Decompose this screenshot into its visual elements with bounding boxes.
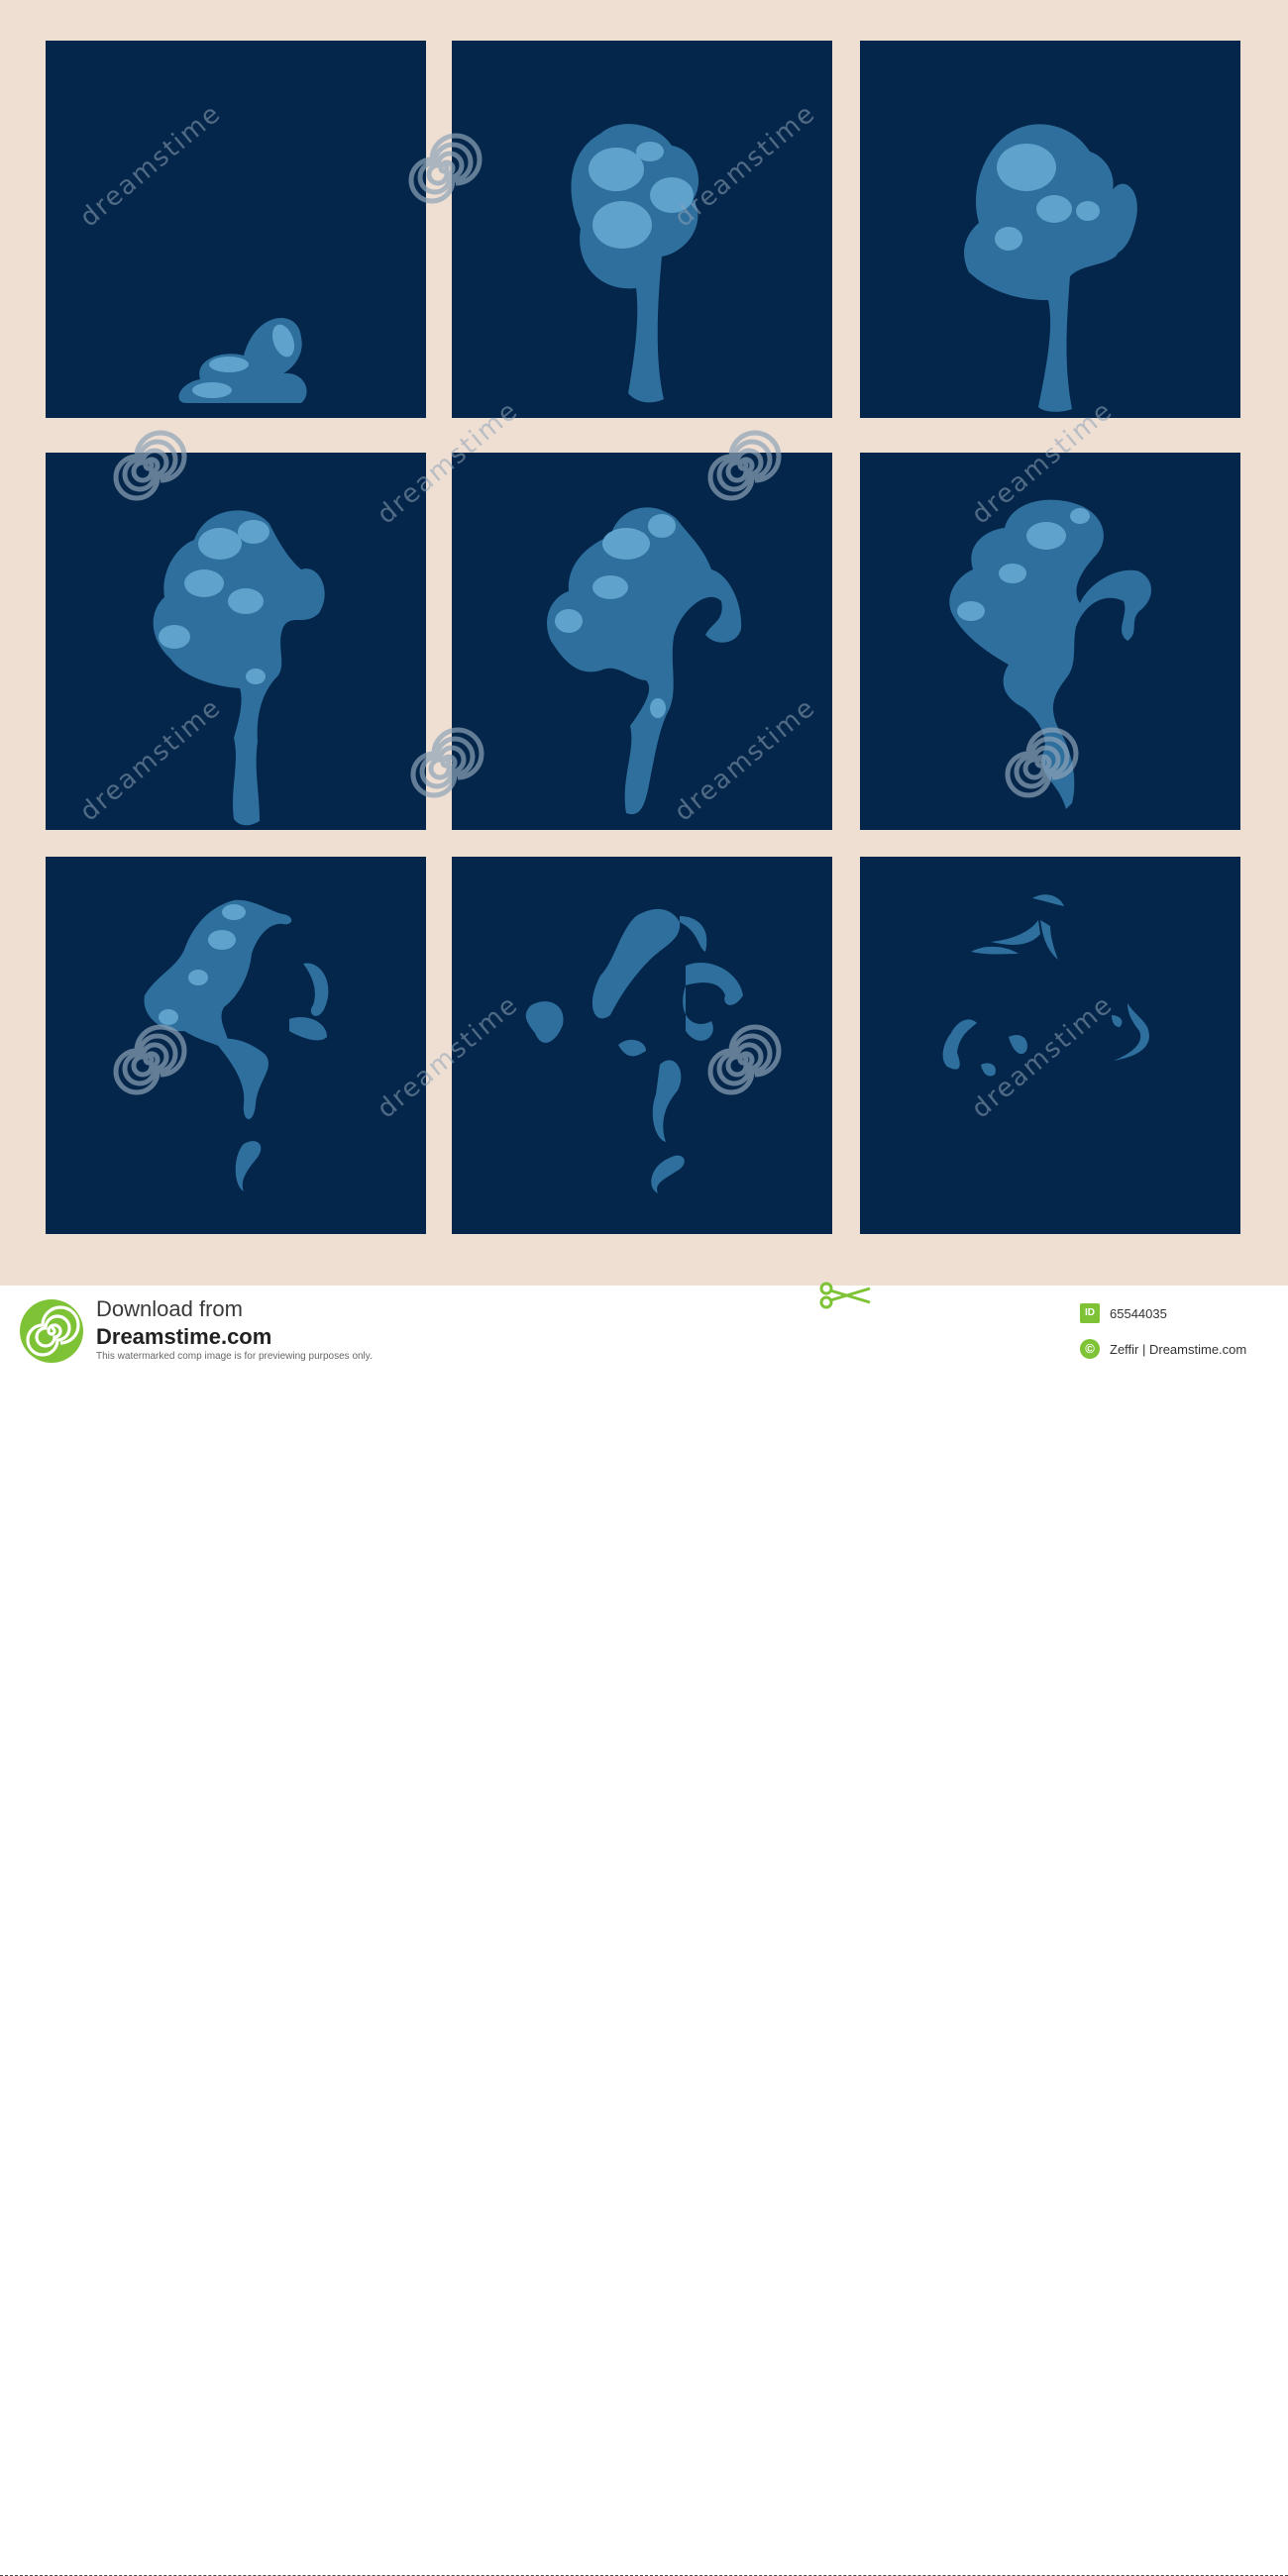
author-credit-text: Zeffir | Dreamstime.com [1110, 1342, 1247, 1357]
preview-notice-text: This watermarked comp image is for previ… [96, 1351, 373, 1362]
animation-frame-panel [46, 41, 426, 418]
dreamstime-site-text[interactable]: Dreamstime.com [96, 1324, 271, 1350]
animation-frame-panel [46, 857, 426, 1234]
animation-frame-panel [46, 453, 426, 830]
scissors-icon [819, 1282, 871, 1309]
smoke-animation-sprite-sheet: dreamstime dreamstimedreamstime dreamstime… [0, 0, 1288, 1286]
dreamstime-swirl-icon [20, 1299, 83, 1363]
animation-frame-panel [860, 41, 1240, 418]
download-from-text: Download from [96, 1296, 243, 1321]
animation-frame-panel [452, 41, 832, 418]
copyright-badge: © [1080, 1339, 1100, 1359]
animation-frame-panel [452, 857, 832, 1234]
id-badge: ID [1080, 1303, 1100, 1323]
image-id-value: 65544035 [1110, 1306, 1167, 1321]
animation-frame-panel [452, 453, 832, 830]
